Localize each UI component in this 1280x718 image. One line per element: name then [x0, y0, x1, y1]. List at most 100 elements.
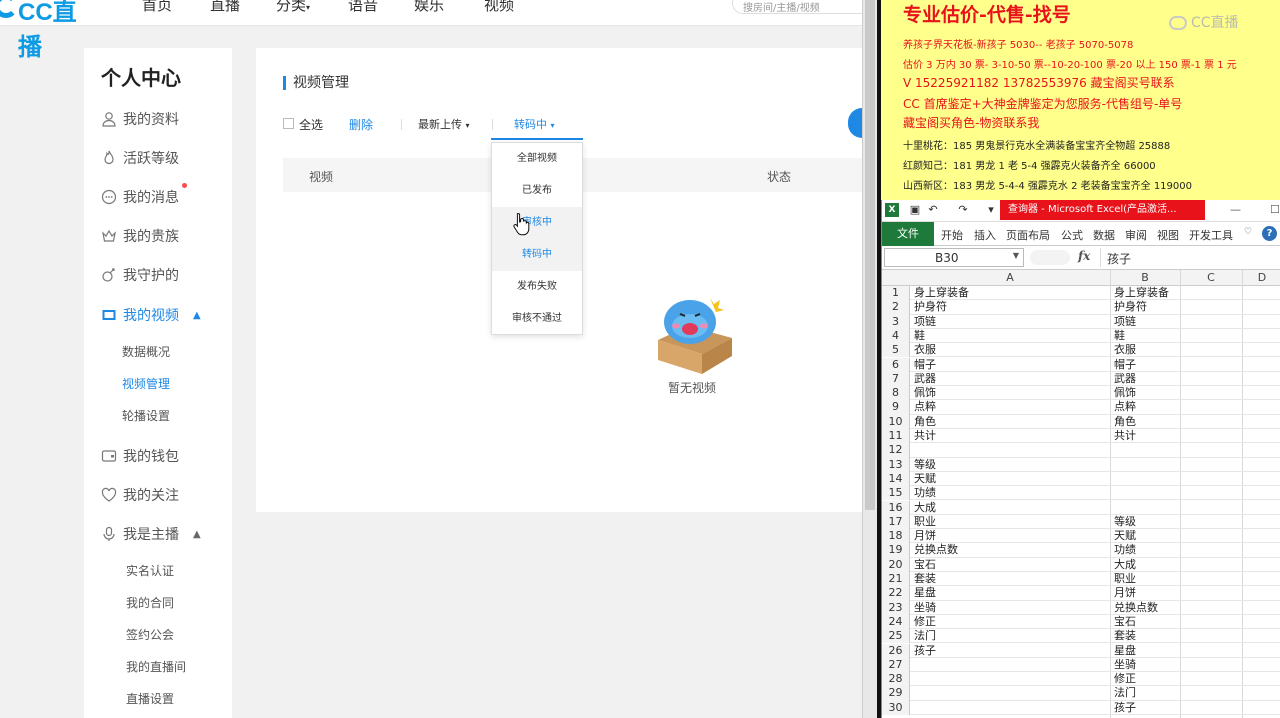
row-number[interactable]: 27: [882, 657, 910, 673]
cell-b[interactable]: 武器: [1114, 372, 1136, 386]
table-row[interactable]: 12: [882, 443, 1280, 458]
cell-a[interactable]: 点粹: [914, 400, 936, 414]
cell-b[interactable]: 鞋: [1114, 329, 1125, 343]
sidebar-sub-carousel[interactable]: 轮播设置: [122, 407, 170, 424]
cell-a[interactable]: 职业: [914, 515, 936, 529]
nav-voice[interactable]: 语音: [348, 0, 378, 15]
table-row[interactable]: 13 等级: [882, 457, 1280, 472]
row-number[interactable]: 2: [882, 300, 910, 315]
table-row[interactable]: 27 坐骑: [882, 657, 1280, 673]
row-number[interactable]: 28: [882, 672, 910, 687]
sidebar-sub-realname[interactable]: 实名认证: [126, 562, 174, 579]
cell-b[interactable]: 宝石: [1114, 615, 1136, 629]
select-all-checkbox[interactable]: [283, 118, 294, 129]
table-row[interactable]: 20 宝石 大成: [882, 557, 1280, 572]
row-number[interactable]: 26: [882, 643, 910, 658]
nav-video[interactable]: 视频: [484, 0, 514, 15]
row-number[interactable]: 30: [882, 700, 910, 715]
cell-a[interactable]: 角色: [914, 415, 936, 429]
cell-a[interactable]: 星盘: [914, 586, 936, 600]
table-row[interactable]: 30 孩子: [882, 700, 1280, 715]
cell-b[interactable]: 功绩: [1114, 543, 1136, 557]
table-row[interactable]: 22 星盘 月饼: [882, 586, 1280, 601]
tab-insert[interactable]: 插入: [974, 227, 996, 243]
sidebar-item-profile[interactable]: 我的资料: [100, 108, 179, 130]
row-number[interactable]: 20: [882, 557, 910, 572]
table-row[interactable]: 6 帽子 帽子: [882, 357, 1280, 372]
cell-a[interactable]: 帽子: [914, 358, 936, 372]
row-number[interactable]: 21: [882, 572, 910, 587]
browser-scrollbar[interactable]: [862, 0, 878, 718]
cell-a[interactable]: 兑换点数: [914, 543, 958, 557]
cell-a[interactable]: 法门: [914, 629, 936, 643]
scrollbar-thumb[interactable]: [865, 0, 875, 510]
cell-b[interactable]: 套装: [1114, 629, 1136, 643]
table-row[interactable]: 19 兑换点数 功绩: [882, 543, 1280, 558]
cell-b[interactable]: 兑换点数: [1114, 601, 1158, 615]
table-row[interactable]: 2 护身符 护身符: [882, 300, 1280, 315]
row-number[interactable]: 24: [882, 614, 910, 630]
table-row[interactable]: 21 套装 职业: [882, 572, 1280, 587]
cell-b[interactable]: 修正: [1114, 672, 1136, 686]
cell-b[interactable]: 孩子: [1114, 701, 1136, 715]
cell-b[interactable]: 大成: [1114, 558, 1136, 572]
chevron-up-icon[interactable]: ▲: [193, 529, 201, 540]
maximize-icon[interactable]: ☐: [1270, 203, 1280, 216]
table-row[interactable]: 3 项链 项链: [882, 314, 1280, 329]
undo-icon[interactable]: ↶: [926, 203, 940, 217]
sidebar-sub-myroom[interactable]: 我的直播间: [126, 658, 186, 675]
table-row[interactable]: 18 月饼 天赋: [882, 529, 1280, 544]
tab-review[interactable]: 审阅: [1125, 227, 1147, 243]
save-icon[interactable]: ▣: [908, 203, 922, 217]
cell-a[interactable]: 护身符: [914, 300, 947, 314]
sidebar-sub-guild[interactable]: 签约公会: [126, 626, 174, 643]
cell-a[interactable]: 衣服: [914, 343, 936, 357]
menu-item-review-rejected[interactable]: 审核不通过: [492, 303, 582, 335]
cell-a[interactable]: 孩子: [914, 644, 936, 658]
row-number[interactable]: 29: [882, 686, 910, 701]
redo-icon[interactable]: ↷: [956, 203, 970, 217]
row-number[interactable]: 16: [882, 500, 910, 515]
sidebar-item-messages[interactable]: 我的消息: [100, 186, 179, 208]
menu-item-transcoding[interactable]: 转码中: [492, 239, 582, 271]
cell-a[interactable]: 大成: [914, 501, 936, 515]
cell-b[interactable]: 星盘: [1114, 644, 1136, 658]
cell-a[interactable]: 修正: [914, 615, 936, 629]
row-number[interactable]: 17: [882, 514, 910, 530]
sidebar-item-following[interactable]: 我的关注: [100, 484, 179, 506]
table-row[interactable]: 9 点粹 点粹: [882, 400, 1280, 415]
cell-b[interactable]: 职业: [1114, 572, 1136, 586]
table-row[interactable]: 1 身上穿装备 身上穿装备: [882, 286, 1280, 301]
sidebar-sub-live-settings[interactable]: 直播设置: [126, 690, 174, 707]
cell-a[interactable]: 共计: [914, 429, 936, 443]
column-header-d[interactable]: D: [1242, 271, 1280, 284]
tab-page-layout[interactable]: 页面布局: [1006, 227, 1050, 243]
name-box[interactable]: B30 ▼: [884, 248, 1024, 267]
cell-b[interactable]: 等级: [1114, 515, 1136, 529]
table-row[interactable]: 26 孩子 星盘: [882, 643, 1280, 658]
select-all-label[interactable]: 全选: [299, 116, 323, 133]
cell-b[interactable]: 月饼: [1114, 586, 1136, 600]
cell-b[interactable]: 衣服: [1114, 343, 1136, 357]
tab-file[interactable]: 文件: [882, 222, 934, 246]
menu-item-reviewing[interactable]: 审核中: [492, 207, 582, 239]
row-number[interactable]: 6: [882, 357, 910, 372]
nav-home[interactable]: 首页: [142, 0, 172, 15]
row-number[interactable]: 15: [882, 486, 910, 501]
row-number[interactable]: 5: [882, 343, 910, 358]
customize-toolbar-icon[interactable]: ▾: [984, 203, 998, 217]
tab-home[interactable]: 开始: [941, 227, 963, 243]
cell-a[interactable]: 宝石: [914, 558, 936, 572]
table-row[interactable]: 28 修正: [882, 672, 1280, 687]
column-header-a[interactable]: A: [910, 271, 1110, 284]
row-number[interactable]: 22: [882, 586, 910, 601]
table-row[interactable]: 7 武器 武器: [882, 371, 1280, 387]
table-row[interactable]: 25 法门 套装: [882, 629, 1280, 644]
sidebar-item-videos[interactable]: 我的视频 ▲: [100, 304, 201, 326]
fx-icon[interactable]: fx: [1078, 249, 1090, 263]
row-number[interactable]: 10: [882, 414, 910, 429]
cell-b[interactable]: 项链: [1114, 315, 1136, 329]
table-row[interactable]: 29 法门: [882, 686, 1280, 701]
table-row[interactable]: 15 功绩: [882, 486, 1280, 501]
cell-a[interactable]: 套装: [914, 572, 936, 586]
